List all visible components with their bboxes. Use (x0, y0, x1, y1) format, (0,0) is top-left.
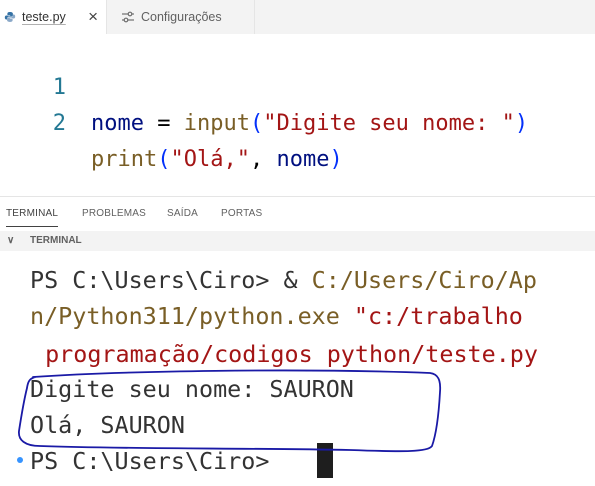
panel-tab-bar: TERMINAL PROBLEMAS SAÍDA PORTAS (0, 197, 595, 231)
token-function: input (183, 111, 250, 136)
token-function: print (91, 147, 158, 172)
terminal-command-path: n/Python311/python.exe (30, 302, 340, 330)
code-text: print("Olá,", nome) (91, 142, 343, 178)
terminal-prompt-line: PS C:\Users\Ciro> (30, 447, 284, 475)
code-line: 1 nome = input("Digite seu nome: ") (0, 34, 595, 136)
terminal-line: n/Python311/python.exe "c:/trabalho (30, 298, 523, 334)
token-paren: ( (249, 111, 264, 136)
settings-icon (121, 11, 135, 23)
token-paren: ) (514, 111, 529, 136)
tab-teste-py-label: teste.py (22, 10, 66, 24)
token-variable: nome (276, 147, 330, 172)
tab-teste-py[interactable]: teste.py × (0, 0, 107, 34)
terminal-output[interactable]: PS C:\Users\Ciro> & C:/Users/Ciro/Ap n/P… (0, 251, 595, 486)
token-operator: , (249, 147, 277, 172)
tab-configuracoes-label: Configurações (141, 10, 222, 24)
terminal-argument: "c:/trabalho (339, 302, 523, 330)
panel-tab-problemas[interactable]: PROBLEMAS (82, 197, 146, 231)
terminal-line: programação/codigos python/teste.py (31, 336, 538, 372)
token-paren: ( (157, 147, 171, 172)
terminal-section-title: TERMINAL (30, 235, 82, 246)
panel-tab-portas[interactable]: PORTAS (221, 197, 262, 231)
code-text: nome = input("Digite seu nome: ") (91, 106, 528, 142)
command-decoration-icon[interactable] (17, 457, 23, 463)
chevron-down-icon[interactable]: ∨ (7, 231, 14, 251)
close-tab-icon[interactable]: × (88, 8, 98, 25)
token-variable: nome (91, 111, 144, 136)
terminal-argument: programação/codigos python/teste.py (31, 340, 538, 368)
code-editor[interactable]: 1 nome = input("Digite seu nome: ") 2 pr… (0, 34, 595, 196)
python-file-icon (4, 11, 16, 23)
token-string: "Olá," (170, 147, 250, 172)
terminal-line: PS C:\Users\Ciro> & C:/Users/Ciro/Ap (30, 262, 537, 298)
terminal-prompt: PS C:\Users\Ciro> & (30, 266, 312, 294)
token-string: "Digite seu nome: " (263, 111, 515, 136)
terminal-cursor (317, 443, 333, 478)
terminal-output-line: Olá, SAURON (30, 411, 185, 439)
terminal-command-path: C:/Users/Ciro/Ap (311, 266, 537, 294)
token-operator: = (143, 111, 184, 136)
tab-configuracoes[interactable]: Configurações (107, 0, 255, 34)
line-number: 2 (52, 111, 66, 136)
panel-tab-terminal[interactable]: TERMINAL (6, 197, 59, 231)
code-line: 2 print("Olá,", nome) (0, 70, 595, 172)
panel-tab-saida[interactable]: SAÍDA (167, 197, 198, 231)
editor-tab-bar: teste.py × Configurações (0, 0, 595, 34)
terminal-section-header[interactable]: ∨ TERMINAL (0, 231, 595, 251)
terminal-output-line: Digite seu nome: SAURON (30, 375, 354, 403)
token-paren: ) (329, 147, 343, 172)
